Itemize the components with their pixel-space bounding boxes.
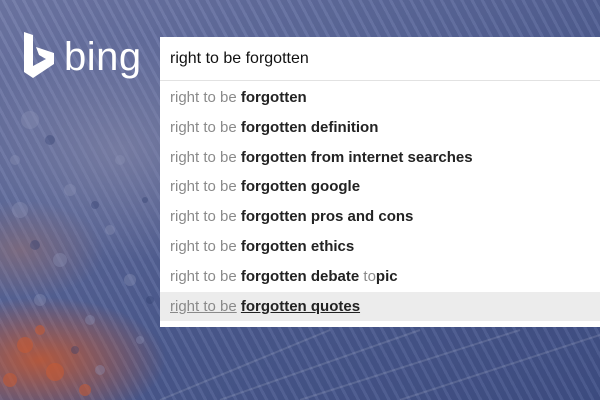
suggestion-item[interactable]: right to be forgotten debate topic <box>160 262 600 292</box>
suggestion-completion: forgotten google <box>240 178 361 196</box>
autosuggest-dropdown: right to be forgotten right to be forgott… <box>160 81 600 327</box>
suggestion-prefix: right to be <box>170 89 237 106</box>
suggestion-prefix: right to be <box>170 148 237 166</box>
suggestion-item[interactable]: right to be forgotten quotes <box>160 291 600 322</box>
suggestion-completion: forgotten <box>240 89 307 106</box>
suggestion-prefix: right to be <box>170 178 237 196</box>
suggestion-completion: forgotten pros and cons <box>240 208 414 226</box>
suggestion-item[interactable]: right to be forgotten definition <box>160 113 600 143</box>
suggestion-item[interactable]: right to be forgotten pros and cons <box>160 202 600 232</box>
search-box[interactable] <box>160 37 600 81</box>
suggestion-completion: forgotten definition <box>240 118 379 136</box>
suggestion-prefix: right to be <box>170 267 237 285</box>
suggestion-completion: forgotten from internet searches <box>240 148 473 166</box>
suggestion-prefix: right to be <box>170 297 237 315</box>
suggestion-prefix: right to be <box>170 118 237 136</box>
suggestion-item[interactable]: right to be forgotten <box>160 83 600 113</box>
bing-b-icon <box>24 32 54 78</box>
suggestion-prefix: right to be <box>170 237 237 255</box>
suggestion-item[interactable]: right to be forgotten ethics <box>160 232 600 262</box>
search-input[interactable] <box>170 37 600 80</box>
suggestion-completion: forgotten debate <box>240 267 360 285</box>
bing-logo[interactable]: bing <box>22 30 142 82</box>
suggestion-completion: forgotten quotes <box>240 297 361 315</box>
bing-wordmark: bing <box>64 35 142 79</box>
suggestion-completion: forgotten ethics <box>240 237 355 255</box>
suggestion-item[interactable]: right to be forgotten google <box>160 172 600 202</box>
suggestion-typed-part: to <box>363 267 376 285</box>
suggestion-tail: pic <box>375 267 398 285</box>
suggestion-item[interactable]: right to be forgotten from internet sear… <box>160 143 600 173</box>
suggestion-prefix: right to be <box>170 208 237 226</box>
